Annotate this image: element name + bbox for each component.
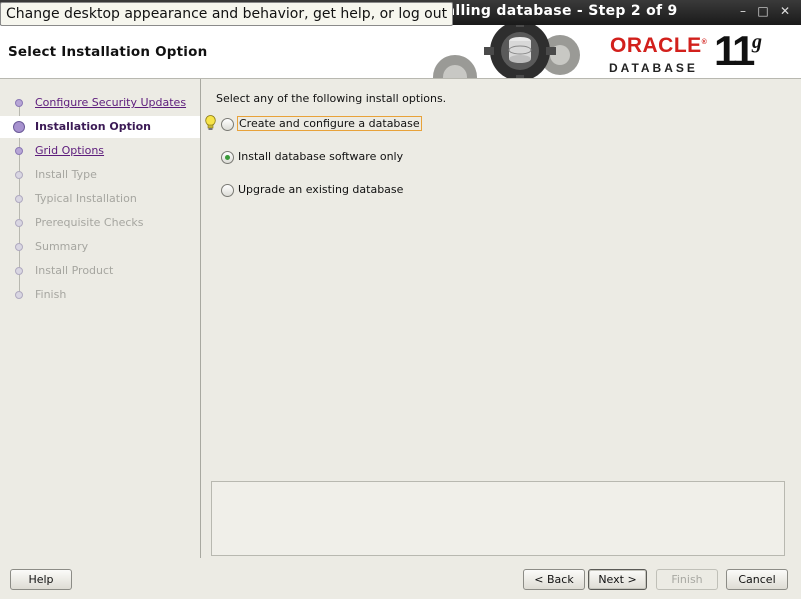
option-label: Install database software only [238, 150, 404, 163]
step-label: Install Product [35, 264, 114, 277]
step-indicator-icon [15, 219, 23, 227]
installer-header: Select Installation Option ORACLE® DATAB… [0, 25, 801, 79]
step-indicator-icon [15, 195, 23, 203]
step-install-product: Install Product [0, 260, 200, 282]
step-typical-installation: Typical Installation [0, 188, 200, 210]
step-indicator-icon [15, 171, 23, 179]
step-indicator-icon [13, 121, 25, 133]
step-prerequisite-checks: Prerequisite Checks [0, 212, 200, 234]
window-title: stalling database - Step 2 of 9 [430, 3, 678, 19]
page-title: Select Installation Option [8, 44, 208, 60]
step-label: Finish [35, 288, 67, 301]
oracle-logo: ORACLE® [610, 34, 708, 57]
next-button[interactable]: Next > [588, 569, 647, 590]
cancel-button[interactable]: Cancel [726, 569, 788, 590]
option-label: Upgrade an existing database [238, 183, 404, 196]
help-button[interactable]: Help [10, 569, 72, 590]
step-label: Installation Option [35, 120, 152, 133]
steps-panel: Configure Security Updates Installation O… [0, 79, 201, 558]
close-icon[interactable]: ✕ [778, 4, 792, 18]
step-label: Typical Installation [35, 192, 137, 205]
finish-button[interactable]: Finish [656, 569, 718, 590]
radio-software-only[interactable] [221, 151, 234, 164]
step-grid-options[interactable]: Grid Options [0, 140, 200, 162]
lightbulb-icon [205, 115, 216, 130]
step-label[interactable]: Configure Security Updates [35, 96, 186, 109]
step-indicator-icon [15, 147, 23, 155]
step-label: Install Type [35, 168, 97, 181]
maximize-icon[interactable]: □ [756, 4, 770, 18]
instruction-text: Select any of the following install opti… [216, 92, 447, 105]
step-label[interactable]: Grid Options [35, 144, 104, 157]
desktop-tooltip: Change desktop appearance and behavior, … [0, 2, 454, 26]
radio-create-database[interactable] [221, 118, 234, 131]
minimize-icon[interactable]: – [736, 4, 750, 18]
step-indicator-icon [15, 99, 23, 107]
step-indicator-icon [15, 291, 23, 299]
step-summary: Summary [0, 236, 200, 258]
step-configure-security-updates[interactable]: Configure Security Updates [0, 92, 200, 114]
step-label: Summary [35, 240, 89, 253]
step-label: Prerequisite Checks [35, 216, 144, 229]
version-suffix-logo: g [752, 31, 762, 53]
step-finish: Finish [0, 284, 200, 306]
gears-icon [433, 25, 580, 78]
step-indicator-icon [15, 267, 23, 275]
step-indicator-icon [15, 243, 23, 251]
step-install-type: Install Type [0, 164, 200, 186]
message-box [211, 481, 785, 556]
step-installation-option: Installation Option [0, 116, 200, 138]
back-button[interactable]: < Back [523, 569, 585, 590]
version-logo: 11 [714, 27, 755, 74]
radio-upgrade-database[interactable] [221, 184, 234, 197]
database-logo-text: DATABASE [609, 61, 698, 75]
option-label: Create and configure a database [237, 116, 422, 131]
